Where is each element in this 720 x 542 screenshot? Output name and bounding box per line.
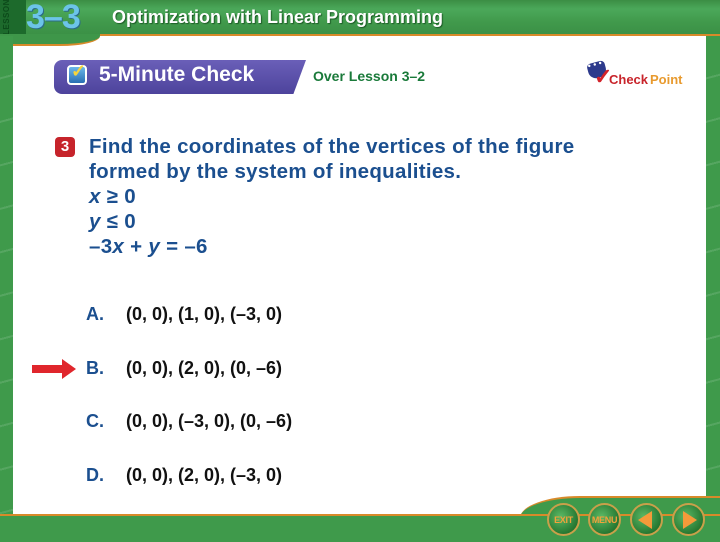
menu-label: MENU [591,514,618,525]
answer-text: (0, 0), (2, 0), (–3, 0) [126,465,283,485]
inequality-1: x ≥ 0 [89,185,136,208]
inequality-2: y ≤ 0 [89,210,136,233]
question-line-2: formed by the system of inequalities. [89,160,462,183]
header-swoop-decoration [0,34,100,46]
menu-button[interactable]: MENU [588,503,621,536]
next-button[interactable] [672,503,705,536]
triangle-right-icon [683,510,697,529]
answer-letter: B. [86,358,104,378]
answer-letter: D. [86,465,104,485]
previous-button[interactable] [630,503,663,536]
answer-text: (0, 0), (1, 0), (–3, 0) [126,304,283,324]
triangle-left-icon [638,510,652,529]
left-border-decoration [0,36,13,516]
exit-button[interactable]: EXIT [547,503,580,536]
answer-text: (0, 0), (–3, 0), (0, –6) [126,411,293,431]
banner-title: 5-Minute Check [99,63,255,86]
lesson-title: Optimization with Linear Programming [112,7,444,27]
answer-letter: C. [86,411,104,431]
lesson-label: LESSON [2,0,11,35]
answer-option-b[interactable]: B. (0, 0), (2, 0), (0, –6) [86,358,282,379]
lesson-tab: LESSON [0,0,26,36]
question-number-badge: 3 [55,137,75,157]
answer-option-c[interactable]: C. (0, 0), (–3, 0), (0, –6) [86,411,292,432]
correct-answer-arrow-icon [32,359,76,379]
question-line-1: Find the coordinates of the vertices of … [89,135,575,158]
checkpoint-logo: ✓ Check Point [586,59,688,89]
lesson-number: 3–3 [26,0,81,36]
equation-3: –3x + y = –6 [89,235,208,258]
lesson-header-bar: LESSON 3–3 Optimization with Linear Prog… [0,0,720,36]
answer-option-d[interactable]: D. (0, 0), (2, 0), (–3, 0) [86,465,282,486]
banner-subtitle: Over Lesson 3–2 [313,68,426,84]
answer-letter: A. [86,304,104,324]
answer-option-a[interactable]: A. (0, 0), (1, 0), (–3, 0) [86,304,282,325]
question-text: Find the coordinates of the vertices of … [89,134,689,259]
right-border-decoration [706,36,720,516]
logo-text-check: Check [609,72,649,87]
logo-text-point: Point [650,72,683,87]
exit-label: EXIT [554,514,573,525]
checkbox-icon [67,61,87,85]
answer-text: (0, 0), (2, 0), (0, –6) [126,358,283,378]
